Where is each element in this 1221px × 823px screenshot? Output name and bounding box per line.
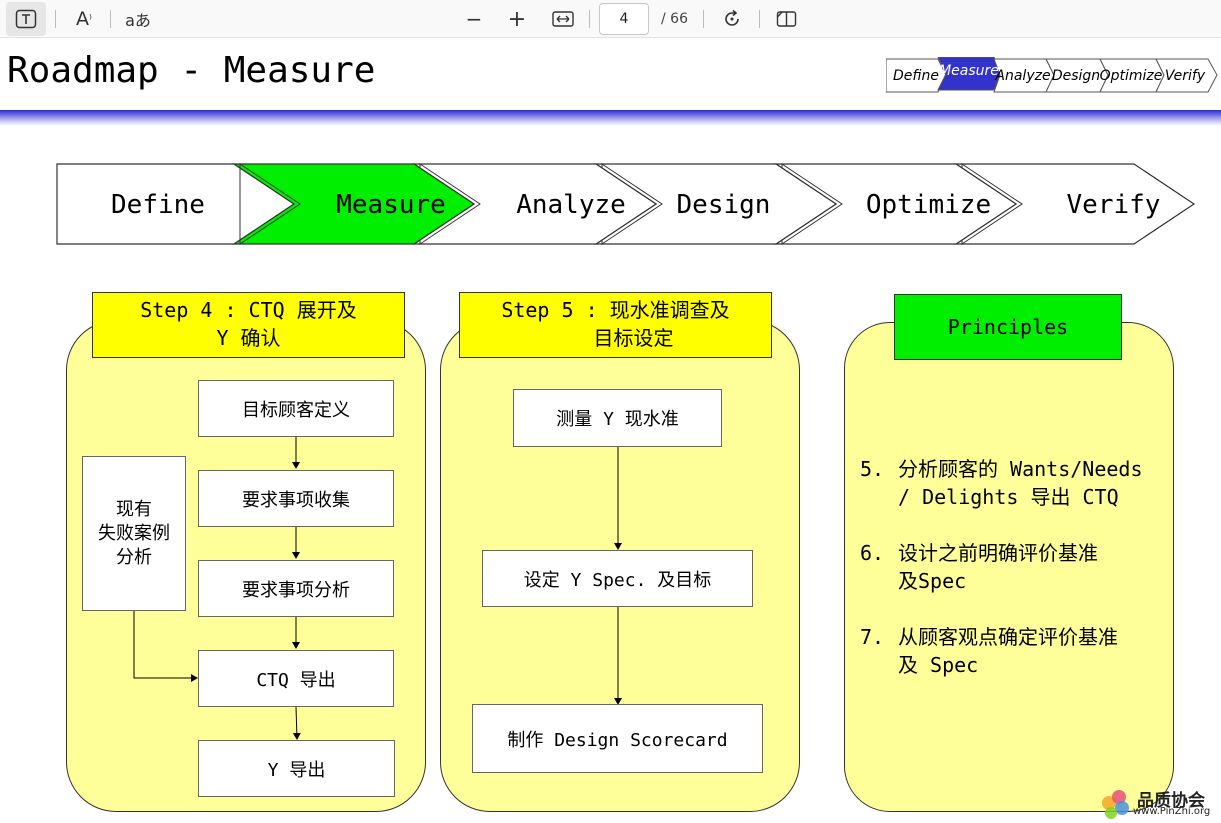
step4-side-failure-analysis: 现有 失败案例 分析 — [82, 456, 186, 611]
step5-box-scorecard: 制作 Design Scorecard — [472, 704, 763, 773]
principle-number: 7. — [860, 625, 885, 649]
step4-box-requirements-analyze: 要求事项分析 — [198, 560, 394, 617]
principle-line: 设计之前明确评价基准 — [898, 541, 1098, 565]
principles-title: Principles — [894, 294, 1122, 360]
principle-number: 6. — [860, 541, 885, 565]
principle-number: 5. — [860, 457, 885, 481]
logo-url: www.PinZhi.org — [1133, 806, 1211, 817]
step5-box-measure-y: 测量 Y 现水准 — [513, 389, 722, 447]
principle-item: 6. 设计之前明确评价基准 及Spec — [860, 539, 1160, 595]
principle-item: 7. 从顾客观点确定评价基准 及 Spec — [860, 623, 1160, 679]
principle-item: 5. 分析顾客的 Wants/Needs / Delights 导出 CTQ — [860, 455, 1160, 511]
side-line-2: 失败案例 — [98, 522, 170, 544]
principle-line: / Delights 导出 CTQ — [898, 485, 1119, 509]
principle-line: 及Spec — [898, 569, 967, 593]
side-line-1: 现有 — [116, 498, 152, 520]
principle-line: 从顾客观点确定评价基准 — [898, 625, 1118, 649]
principle-line: 及 Spec — [898, 653, 979, 677]
step4-box-ctq-derive: CTQ 导出 — [198, 650, 394, 707]
step4-box-target-customer: 目标顾客定义 — [198, 380, 394, 437]
principle-line: 分析顾客的 Wants/Needs — [898, 457, 1143, 481]
side-line-3: 分析 — [116, 546, 152, 568]
step4-box-y-derive: Y 导出 — [198, 740, 395, 797]
step4-box-requirements-collect: 要求事项收集 — [198, 470, 394, 527]
step5-box-set-spec: 设定 Y Spec. 及目标 — [482, 550, 753, 607]
